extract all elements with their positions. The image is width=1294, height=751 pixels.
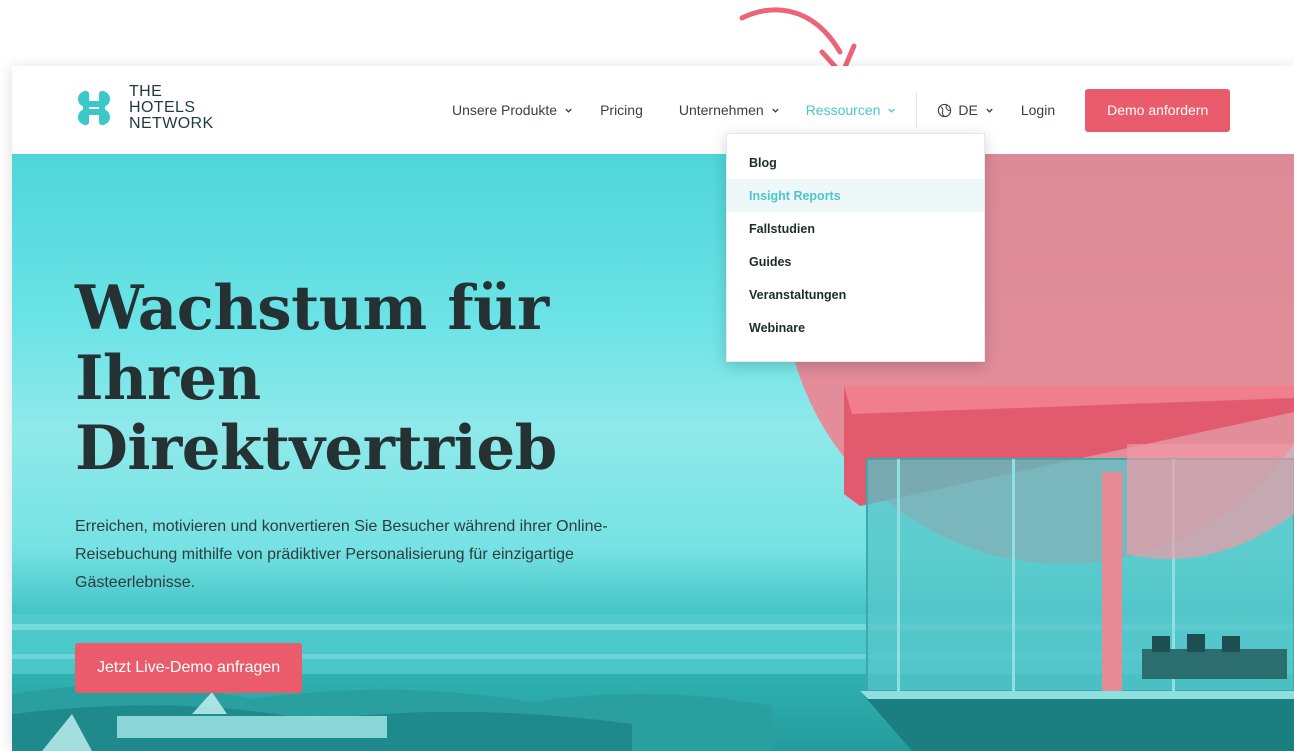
nav-products[interactable]: Unsere Produkte bbox=[452, 102, 573, 118]
dropdown-item-events[interactable]: Veranstaltungen bbox=[727, 278, 984, 311]
dropdown-item-blog[interactable]: Blog bbox=[727, 146, 984, 179]
nav-products-label: Unsere Produkte bbox=[452, 102, 558, 118]
resources-dropdown: Blog Insight Reports Fallstudien Guides … bbox=[726, 133, 985, 362]
chevron-down-icon bbox=[986, 108, 993, 113]
globe-icon bbox=[938, 103, 952, 117]
logo-line-2: HOTELS bbox=[129, 99, 196, 116]
nav-pricing-label: Pricing bbox=[600, 102, 643, 118]
hero-title-line-2: Ihren bbox=[75, 343, 261, 414]
nav-resources[interactable]: Ressourcen bbox=[806, 102, 897, 118]
hero-title-line-3: Direktvertrieb bbox=[75, 413, 557, 484]
hero-title-line-1: Wachstum für bbox=[75, 273, 549, 344]
logo-text: THE HOTELS NETWORK bbox=[129, 84, 214, 132]
nav-divider bbox=[916, 92, 918, 128]
logo[interactable]: THE HOTELS NETWORK bbox=[68, 78, 214, 138]
language-label: DE bbox=[958, 102, 978, 118]
nav-resources-label: Ressourcen bbox=[805, 102, 881, 118]
live-demo-button[interactable]: Jetzt Live-Demo anfragen bbox=[75, 643, 303, 693]
hero-section: Wachstum für Ihren Direktvertrieb Erreic… bbox=[12, 154, 1294, 751]
hero-description: Erreichen, motivieren und konvertieren S… bbox=[75, 518, 608, 591]
nav-login-label: Login bbox=[1020, 102, 1056, 118]
chevron-down-icon bbox=[888, 108, 896, 113]
dropdown-item-guides[interactable]: Guides bbox=[727, 245, 984, 278]
dropdown-item-case-studies[interactable]: Fallstudien bbox=[727, 212, 984, 245]
nav-company[interactable]: Unternehmen bbox=[679, 102, 780, 118]
logo-line-1: THE bbox=[129, 83, 163, 100]
nav-pricing[interactable]: Pricing bbox=[600, 102, 643, 118]
nav-company-label: Unternehmen bbox=[678, 102, 764, 118]
logo-line-3: NETWORK bbox=[129, 115, 214, 132]
dropdown-item-webinars[interactable]: Webinare bbox=[727, 311, 984, 344]
logo-mark-icon bbox=[78, 91, 110, 125]
hero-title: Wachstum für Ihren Direktvertrieb bbox=[75, 274, 557, 484]
website-frame: THE HOTELS NETWORK Unsere Produkte Prici… bbox=[12, 66, 1294, 751]
language-selector[interactable]: DE bbox=[937, 102, 993, 118]
site-header: THE HOTELS NETWORK Unsere Produkte Prici… bbox=[12, 66, 1294, 154]
chevron-down-icon bbox=[565, 108, 572, 113]
demo-request-button[interactable]: Demo anfordern bbox=[1085, 88, 1231, 132]
nav-login[interactable]: Login bbox=[1021, 102, 1055, 118]
chevron-down-icon bbox=[772, 108, 779, 113]
dropdown-item-insight-reports[interactable]: Insight Reports bbox=[727, 179, 984, 212]
